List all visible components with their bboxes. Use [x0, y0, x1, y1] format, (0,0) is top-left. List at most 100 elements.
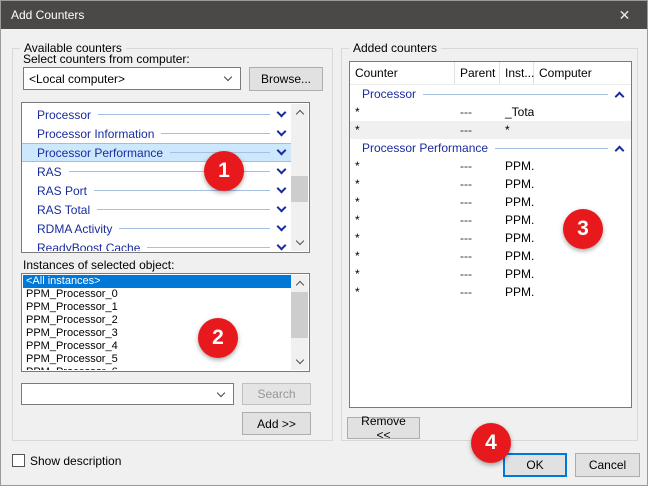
cell-counter: *	[350, 105, 455, 119]
counter-item-row[interactable]: * --- PPM...	[350, 175, 631, 193]
chevron-up-icon[interactable]	[615, 145, 625, 155]
counter-item-row[interactable]: * --- _Total	[350, 103, 631, 121]
show-description-checkbox[interactable]	[12, 454, 25, 467]
counter-item-row[interactable]: * --- PPM...	[350, 157, 631, 175]
cell-instance: _Total	[500, 105, 534, 119]
instance-row[interactable]: PPM_Processor_6	[23, 366, 291, 370]
counter-item-row[interactable]: * --- PPM...	[350, 265, 631, 283]
chevron-down-icon[interactable]	[277, 184, 287, 194]
instance-row[interactable]: PPM_Processor_2	[23, 314, 291, 327]
cell-counter: *	[350, 123, 455, 137]
counter-row[interactable]: Processor Information	[22, 124, 291, 143]
ok-button[interactable]: OK	[503, 453, 567, 477]
instance-row[interactable]: PPM_Processor_3	[23, 327, 291, 340]
chevron-down-icon	[224, 73, 232, 81]
counter-name: RDMA Activity	[37, 222, 112, 236]
chevron-down-icon[interactable]	[277, 165, 287, 175]
cell-instance: PPM...	[500, 213, 534, 227]
cell-instance: PPM...	[500, 267, 534, 281]
column-header-parent[interactable]: Parent	[455, 62, 500, 84]
counters-scrollbar[interactable]	[291, 104, 308, 251]
cell-counter: *	[350, 249, 455, 263]
instance-name: PPM_Processor_1	[26, 301, 118, 313]
chevron-down-icon[interactable]	[277, 127, 287, 137]
cell-counter: *	[350, 177, 455, 191]
instance-name: PPM_Processor_4	[26, 340, 118, 352]
cell-counter: *	[350, 195, 455, 209]
cell-parent: ---	[455, 231, 500, 245]
counter-row[interactable]: Processor	[22, 105, 291, 124]
cancel-button[interactable]: Cancel	[575, 453, 640, 477]
instances-list-body: <All instances> PPM_Processor_0 PPM_Proc…	[23, 275, 291, 370]
scroll-down-icon[interactable]	[291, 353, 308, 370]
cell-counter: *	[350, 231, 455, 245]
group-counter-name: Processor Performance	[362, 141, 488, 155]
counters-list-body: Processor Processor Information Processo…	[22, 105, 291, 251]
scroll-up-icon[interactable]	[291, 275, 308, 292]
add-button[interactable]: Add >>	[242, 412, 311, 435]
counter-name: Processor	[37, 108, 91, 122]
counter-name: Processor Performance	[37, 146, 163, 160]
add-counters-dialog: Add Counters ✕ Available counters Select…	[0, 0, 648, 486]
chevron-up-icon[interactable]	[615, 91, 625, 101]
instance-row[interactable]: PPM_Processor_0	[23, 288, 291, 301]
cell-parent: ---	[455, 177, 500, 191]
chevron-down-icon[interactable]	[277, 146, 287, 156]
instances-scrollbar[interactable]	[291, 275, 308, 370]
counter-name: RAS Total	[37, 203, 90, 217]
scrollbar-thumb[interactable]	[291, 176, 308, 202]
counter-row[interactable]: RAS Port	[22, 181, 291, 200]
cell-parent: ---	[455, 195, 500, 209]
counter-item-row[interactable]: * --- PPM...	[350, 193, 631, 211]
show-description-label: Show description	[30, 454, 121, 468]
close-icon[interactable]: ✕	[602, 1, 647, 29]
dash-line	[97, 209, 270, 210]
chevron-down-icon[interactable]	[277, 222, 287, 232]
column-header-computer[interactable]: Computer	[534, 62, 631, 84]
dash-line	[98, 114, 270, 115]
cell-parent: ---	[455, 267, 500, 281]
select-counters-label: Select counters from computer:	[23, 52, 190, 66]
instance-name: PPM_Processor_0	[26, 288, 118, 300]
scroll-up-icon[interactable]	[291, 104, 308, 121]
callout-badge-2: 2	[198, 318, 238, 358]
window-title: Add Counters	[11, 8, 84, 22]
counter-group-row[interactable]: Processor	[350, 85, 631, 103]
column-header-counter[interactable]: Counter	[350, 62, 455, 84]
counter-name: RAS Port	[37, 184, 87, 198]
chevron-down-icon[interactable]	[277, 203, 287, 213]
instance-name: PPM_Processor_6	[26, 366, 118, 370]
dash-line	[423, 94, 608, 95]
instance-row[interactable]: PPM_Processor_4	[23, 340, 291, 353]
titlebar: Add Counters ✕	[1, 1, 647, 29]
scroll-down-icon[interactable]	[291, 234, 308, 251]
column-header-instance[interactable]: Inst...	[500, 62, 534, 84]
instance-row[interactable]: PPM_Processor_5	[23, 353, 291, 366]
instance-row[interactable]: <All instances>	[23, 275, 291, 288]
counter-row[interactable]: RAS Total	[22, 200, 291, 219]
remove-button[interactable]: Remove <<	[347, 417, 420, 439]
search-combobox[interactable]	[21, 383, 234, 405]
instance-name: <All instances>	[26, 275, 101, 287]
instance-name: PPM_Processor_3	[26, 327, 118, 339]
counter-group-row[interactable]: Processor Performance	[350, 139, 631, 157]
cell-parent: ---	[455, 123, 500, 137]
dash-line	[161, 133, 270, 134]
computer-combobox[interactable]: <Local computer>	[23, 67, 241, 90]
table-header: Counter Parent Inst... Computer	[350, 62, 631, 85]
browse-button[interactable]: Browse...	[249, 67, 323, 91]
counter-row[interactable]: ReadyBoost Cache	[22, 238, 291, 251]
chevron-down-icon[interactable]	[277, 108, 287, 118]
counter-item-row[interactable]: * --- *	[350, 121, 631, 139]
counter-row[interactable]: RDMA Activity	[22, 219, 291, 238]
counter-row[interactable]: RAS	[22, 162, 291, 181]
chevron-down-icon[interactable]	[277, 241, 287, 251]
counter-item-row[interactable]: * --- PPM...	[350, 247, 631, 265]
cell-instance: *	[500, 123, 534, 137]
instance-row[interactable]: PPM_Processor_1	[23, 301, 291, 314]
counter-item-row[interactable]: * --- PPM...	[350, 283, 631, 301]
scrollbar-thumb[interactable]	[291, 292, 308, 338]
counter-row[interactable]: Processor Performance	[22, 143, 291, 162]
cell-counter: *	[350, 285, 455, 299]
cell-instance: PPM...	[500, 177, 534, 191]
